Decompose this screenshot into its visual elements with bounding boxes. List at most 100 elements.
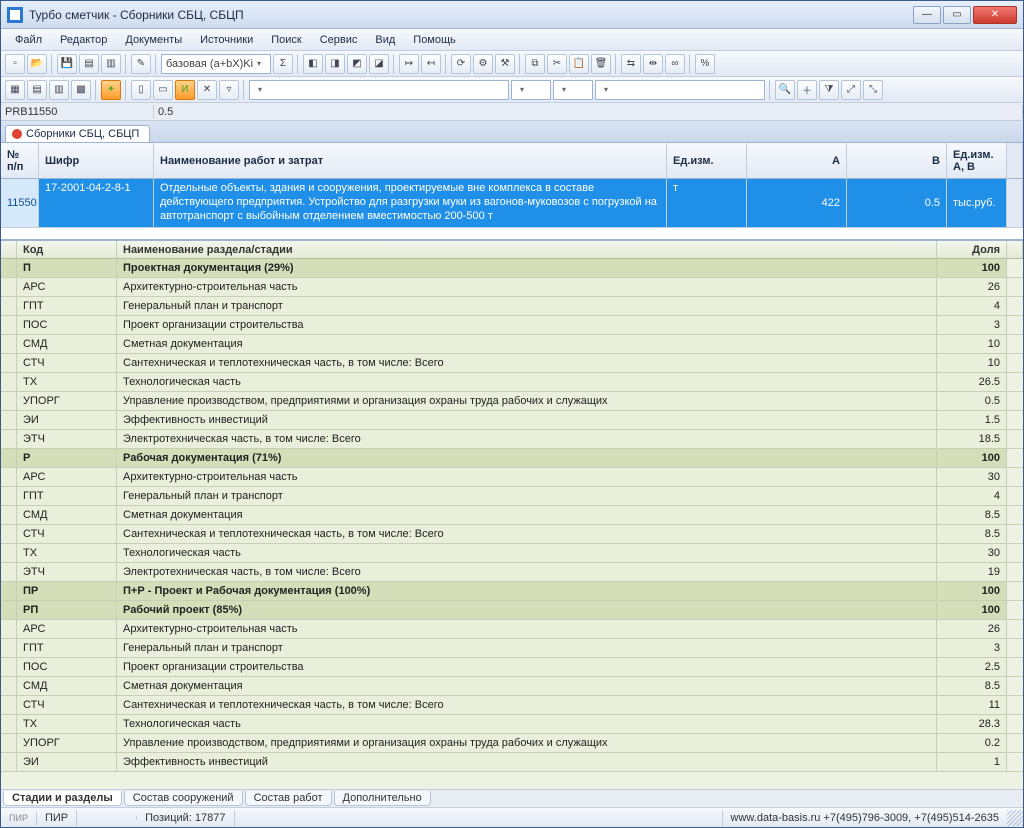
table-row[interactable]: ГПТГенеральный план и транспорт4 <box>1 487 1023 506</box>
grid3-icon[interactable]: ▥ <box>49 80 69 100</box>
table-row[interactable]: АРСАрхитектурно-строительная часть26 <box>1 278 1023 297</box>
settings-icon[interactable]: ⚙ <box>473 54 493 74</box>
funnel-icon[interactable]: ⧩ <box>819 80 839 100</box>
table-row[interactable]: СМДСметная документация8.5 <box>1 677 1023 696</box>
config-icon[interactable]: ⚒ <box>495 54 515 74</box>
paste-icon[interactable]: 📋 <box>569 54 589 74</box>
cut-icon[interactable]: ✂ <box>547 54 567 74</box>
table-row[interactable]: СМДСметная документация10 <box>1 335 1023 354</box>
lcol-name[interactable]: Наименование раздела/стадии <box>117 241 937 258</box>
resize-grip-icon[interactable] <box>1007 810 1023 826</box>
big-combo[interactable]: ▾ <box>249 80 509 100</box>
unlink-icon[interactable]: ⇹ <box>643 54 663 74</box>
refresh-icon[interactable]: ⟳ <box>451 54 471 74</box>
tab-close-icon[interactable] <box>12 129 22 139</box>
table-row[interactable]: ЭТЧЭлектротехническая часть, в том числе… <box>1 430 1023 449</box>
table-row[interactable]: АРСАрхитектурно-строительная часть30 <box>1 468 1023 487</box>
table-row[interactable]: СТЧСантехническая и теплотехническая час… <box>1 525 1023 544</box>
col-a[interactable]: A <box>747 143 847 178</box>
col-n[interactable]: № п/п <box>1 143 39 178</box>
copy-icon[interactable]: ⧉ <box>525 54 545 74</box>
grid2-icon[interactable]: ▤ <box>27 80 47 100</box>
book-icon[interactable]: ▤ <box>79 54 99 74</box>
row-icon[interactable]: ▭ <box>153 80 173 100</box>
table-row[interactable]: ПРП+Р - Проект и Рабочая документация (1… <box>1 582 1023 601</box>
col-uab[interactable]: Ед.изм. A, B <box>947 143 1007 178</box>
mode-combo[interactable]: базовая (a+bX)Ki▾ <box>161 54 271 74</box>
table-row[interactable]: СТЧСантехническая и теплотехническая час… <box>1 354 1023 373</box>
small-combo-1[interactable]: ▾ <box>511 80 551 100</box>
upper-grid-row[interactable]: 11550 17-2001-04-2-8-1 Отдельные объекты… <box>1 179 1023 227</box>
btab-compos-works[interactable]: Состав работ <box>245 791 332 806</box>
menu-help[interactable]: Помощь <box>405 32 464 48</box>
lcol-val[interactable]: Доля <box>937 241 1007 258</box>
table-row[interactable]: ТХТехнологическая часть26.5 <box>1 373 1023 392</box>
grid1-icon[interactable]: ▦ <box>5 80 25 100</box>
delete-icon[interactable]: 🗑 <box>591 54 611 74</box>
col-name[interactable]: Наименование работ и затрат <box>154 143 667 178</box>
table-row[interactable]: РРабочая документация (71%)100 <box>1 449 1023 468</box>
new-icon[interactable]: ▫ <box>5 54 25 74</box>
add-row-icon[interactable]: ＋ <box>797 80 817 100</box>
col-icon[interactable]: ▯ <box>131 80 151 100</box>
menu-documents[interactable]: Документы <box>117 32 190 48</box>
table-row[interactable]: РПРабочий проект (85%)100 <box>1 601 1023 620</box>
sigma-icon[interactable]: Σ <box>273 54 293 74</box>
table-row[interactable]: ГПТГенеральный план и транспорт4 <box>1 297 1023 316</box>
lcol-code[interactable]: Код <box>17 241 117 258</box>
chain-icon[interactable]: ∞ <box>665 54 685 74</box>
big-combo-2[interactable]: ▾ <box>595 80 765 100</box>
table-row[interactable]: ЭТЧЭлектротехническая часть, в том числе… <box>1 563 1023 582</box>
table-row[interactable]: ПОСПроект организации строительства2.5 <box>1 658 1023 677</box>
table-row[interactable]: ЭИЭффективность инвестиций1 <box>1 753 1023 772</box>
btab-stages[interactable]: Стадии и разделы <box>3 791 122 806</box>
table-row[interactable]: УПОРГУправление производством, предприят… <box>1 392 1023 411</box>
table-row[interactable]: СМДСметная документация8.5 <box>1 506 1023 525</box>
table-row[interactable]: ПОСПроект организации строительства3 <box>1 316 1023 335</box>
menu-sources[interactable]: Источники <box>192 32 261 48</box>
table-row[interactable]: ППроектная документация (29%)100 <box>1 259 1023 278</box>
tool-x-icon[interactable]: ✕ <box>197 80 217 100</box>
percent-icon[interactable]: % <box>695 54 715 74</box>
col-b[interactable]: B <box>847 143 947 178</box>
col-code[interactable]: Шифр <box>39 143 154 178</box>
open-icon[interactable]: 📂 <box>27 54 47 74</box>
collapse-icon[interactable]: ⤡ <box>863 80 883 100</box>
menu-service[interactable]: Сервис <box>312 32 366 48</box>
table-row[interactable]: АРСАрхитектурно-строительная часть26 <box>1 620 1023 639</box>
lower-grid-body[interactable]: ППроектная документация (29%)100АРСАрхит… <box>1 259 1023 789</box>
table-row[interactable]: ЭИЭффективность инвестиций1.5 <box>1 411 1023 430</box>
find-icon[interactable]: 🔍 <box>775 80 795 100</box>
tb-d-icon[interactable]: ◪ <box>369 54 389 74</box>
expand-icon[interactable]: ⤢ <box>841 80 861 100</box>
btab-compos-struct[interactable]: Состав сооружений <box>124 791 243 806</box>
table-row[interactable]: СТЧСантехническая и теплотехническая час… <box>1 696 1023 715</box>
menu-search[interactable]: Поиск <box>263 32 309 48</box>
wrench-icon[interactable]: ✦ <box>101 80 121 100</box>
menu-view[interactable]: Вид <box>367 32 403 48</box>
col-unit[interactable]: Ед.изм. <box>667 143 747 178</box>
table-row[interactable]: ТХТехнологическая часть28.3 <box>1 715 1023 734</box>
menu-file[interactable]: Файл <box>7 32 50 48</box>
menu-editor[interactable]: Редактор <box>52 32 115 48</box>
i-button-icon[interactable]: И <box>175 80 195 100</box>
link-icon[interactable]: ⇆ <box>621 54 641 74</box>
upper-scroll-cell[interactable] <box>1007 179 1023 227</box>
pick-icon[interactable]: ✎ <box>131 54 151 74</box>
doc-icon[interactable]: ▥ <box>101 54 121 74</box>
table-row[interactable]: ГПТГенеральный план и транспорт3 <box>1 639 1023 658</box>
table-row[interactable]: УПОРГУправление производством, предприят… <box>1 734 1023 753</box>
minimize-button[interactable]: — <box>913 6 941 24</box>
tb-b-icon[interactable]: ◨ <box>325 54 345 74</box>
table-row[interactable]: ТХТехнологическая часть30 <box>1 544 1023 563</box>
filter-row-icon[interactable]: ▿ <box>219 80 239 100</box>
arrow-in-icon[interactable]: ↤ <box>421 54 441 74</box>
tb-a-icon[interactable]: ◧ <box>303 54 323 74</box>
top-tab-collections[interactable]: Сборники СБЦ, СБЦП <box>5 125 150 142</box>
grid4-icon[interactable]: ▩ <box>71 80 91 100</box>
close-button[interactable]: ✕ <box>973 6 1017 24</box>
save-icon[interactable]: 💾 <box>57 54 77 74</box>
maximize-button[interactable]: ▭ <box>943 6 971 24</box>
btab-extra[interactable]: Дополнительно <box>334 791 431 806</box>
tb-c-icon[interactable]: ◩ <box>347 54 367 74</box>
